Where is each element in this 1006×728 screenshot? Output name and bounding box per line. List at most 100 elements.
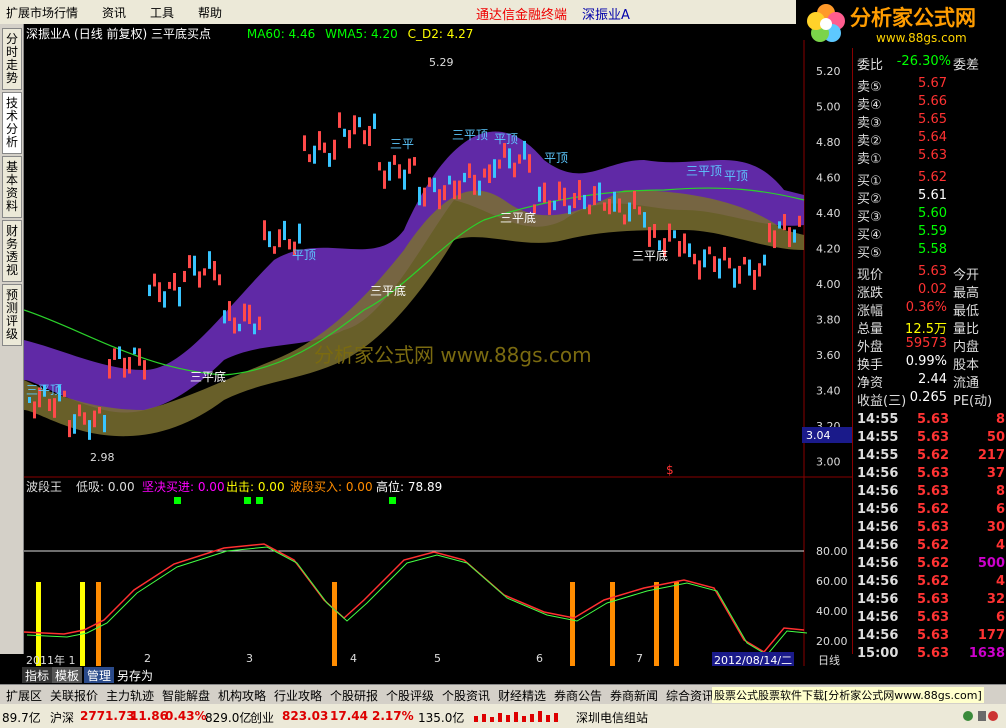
bottom-tab[interactable]: 智能解盘 — [162, 687, 210, 704]
stat-right: 今开 — [953, 268, 980, 283]
y-axis-label: 3.80 — [816, 314, 841, 327]
server-name: 深圳电信组站 — [576, 711, 649, 725]
tick-time: 14:56 — [857, 466, 899, 481]
stat-label: 收益(三) — [857, 394, 907, 409]
menu-item-market[interactable]: 扩展市场行情 — [6, 4, 78, 21]
indicator-low: 低吸: 0.00 — [76, 480, 135, 494]
tick-time: 14:56 — [857, 592, 899, 607]
bottom-tab[interactable]: 个股研报 — [330, 687, 378, 704]
stat-label: 现价 — [857, 268, 884, 283]
tab-financials[interactable]: 财务透视 — [2, 220, 22, 282]
ask-price: 5.64 — [918, 130, 947, 145]
bottom-tab[interactable]: 个股资讯 — [442, 687, 490, 704]
chart-header: 深振业A (日线 前复权) 三平底买点 MA60: 4.46 WMA5: 4.2… — [26, 25, 473, 41]
high-label: 5.29 — [429, 56, 454, 69]
stat-right: 流通 — [953, 376, 980, 391]
cd2-value: C_D2: 4.27 — [407, 27, 474, 41]
app-title: 通达信金融终端 — [476, 8, 568, 23]
menu-item-tools[interactable]: 工具 — [150, 4, 174, 21]
tick-volume: 6 — [995, 502, 1005, 517]
tab-manage[interactable]: 管理 — [84, 667, 115, 683]
tick-volume: 500 — [977, 556, 1005, 571]
tab-fundamentals[interactable]: 基本资料 — [2, 156, 22, 218]
menu-item-news[interactable]: 资讯 — [102, 4, 126, 21]
tick-volume: 30 — [986, 520, 1005, 535]
tick-row: 14:56 5.62 4 — [853, 538, 1006, 556]
tab-indicator[interactable]: 指标 — [22, 667, 53, 683]
tick-row: 14:56 5.62 6 — [853, 502, 1006, 520]
tab-intraday[interactable]: 分时走势 — [2, 28, 22, 90]
tick-row: 14:56 5.63 6 — [853, 610, 1006, 628]
stat-row: 外盘 59573 内盘 — [853, 336, 1006, 355]
bottom-tab[interactable]: 主力轨迹 — [106, 687, 154, 704]
indicator-y-label: 40.00 — [816, 605, 848, 618]
ask-price: 5.65 — [918, 112, 947, 127]
tab-save-as[interactable]: 另存为 — [114, 667, 156, 683]
bid-label: 买① — [857, 174, 882, 189]
stat-value: 0.02 — [918, 282, 947, 297]
tick-volume: 4 — [995, 538, 1005, 553]
bid-row: 买① 5.62 — [853, 170, 1006, 189]
tick-price: 5.62 — [917, 538, 950, 553]
indicator-y-label: 60.00 — [816, 575, 848, 588]
stat-value: 0.36% — [905, 300, 947, 315]
pattern-label: 三平 — [390, 137, 414, 151]
ask-label: 卖④ — [857, 98, 882, 113]
stock-name: 深振业A — [582, 8, 630, 23]
tab-ratings[interactable]: 预测评级 — [2, 284, 22, 346]
tick-row: 14:56 5.63 32 — [853, 592, 1006, 610]
main-chart[interactable]: 5.20 5.00 4.80 4.60 4.40 4.20 4.00 3.80 3.60 3.40… — [24, 40, 852, 666]
pattern-label: 三平顶 — [686, 164, 722, 178]
tick-time: 14:56 — [857, 520, 899, 535]
tick-price: 5.63 — [917, 628, 950, 643]
quote-panel: 委比 -26.30% 委差 卖⑤ 5.67 卖④ 5.66 卖③ 5.65 卖② 5.64 卖① 5.6… — [852, 48, 1006, 661]
pattern-label: 平顶 — [494, 132, 518, 146]
bottom-tab[interactable]: 个股评级 — [386, 687, 434, 704]
bid-label: 买② — [857, 192, 882, 207]
ask-price: 5.67 — [918, 76, 947, 91]
tick-volume: 177 — [977, 628, 1005, 643]
ask-label: 卖⑤ — [857, 80, 882, 95]
stat-right: 量比 — [953, 322, 980, 337]
brand-url: www.88gs.com — [876, 31, 967, 45]
stat-value: 2.44 — [918, 372, 947, 387]
stat-label: 外盘 — [857, 340, 884, 355]
tick-time: 15:00 — [857, 646, 899, 661]
ask-row: 卖⑤ 5.67 — [853, 76, 1006, 95]
bid-row: 买⑤ 5.58 — [853, 242, 1006, 261]
ratio-row: 委比 -26.30% 委差 — [853, 54, 1006, 73]
bid-price: 5.62 — [918, 170, 947, 185]
x-label: 5 — [434, 652, 441, 665]
menu-item-help[interactable]: 帮助 — [198, 4, 222, 21]
tick-row: 14:55 5.63 50 — [853, 430, 1006, 448]
ad-banner[interactable]: 股票公式股票软件下载[分析家公式网www.88gs.com] — [712, 687, 984, 703]
bottom-tab[interactable]: 扩展区 — [6, 687, 42, 704]
stat-value: 12.5万 — [905, 322, 947, 337]
stat-value: 5.63 — [918, 264, 947, 279]
indicator-y-label: 20.00 — [816, 635, 848, 648]
stat-value: 0.99% — [905, 354, 947, 369]
bottom-tab[interactable]: 机构攻略 — [218, 687, 266, 704]
tick-row: 14:55 5.63 8 — [853, 412, 1006, 430]
pattern-label: 三平底 — [500, 210, 536, 225]
bottom-tab[interactable]: 关联报价 — [50, 687, 98, 704]
ask-row: 卖③ 5.65 — [853, 112, 1006, 131]
status-change-1: 11.86 — [130, 709, 168, 723]
y-axis-label: 4.00 — [816, 278, 841, 291]
bottom-tab[interactable]: 财经精选 — [498, 687, 546, 704]
y-axis-label: 4.80 — [816, 136, 841, 149]
bottom-tab[interactable]: 综合资讯 — [666, 687, 714, 704]
x-label: 4 — [350, 652, 357, 665]
bid-price: 5.59 — [918, 224, 947, 239]
tab-technical[interactable]: 技术分析 — [2, 92, 22, 154]
bottom-tab[interactable]: 行业攻略 — [274, 687, 322, 704]
tick-time: 14:56 — [857, 556, 899, 571]
bottom-tab[interactable]: 券商新闻 — [610, 687, 658, 704]
bottom-tab[interactable]: 券商公告 — [554, 687, 602, 704]
tab-template[interactable]: 模板 — [52, 667, 83, 683]
status-change-2: 17.44 — [330, 709, 368, 723]
tick-time: 14:55 — [857, 412, 899, 427]
stat-value: 0.265 — [909, 390, 947, 405]
tick-price: 5.62 — [917, 556, 950, 571]
tick-row: 14:56 5.63 37 — [853, 466, 1006, 484]
